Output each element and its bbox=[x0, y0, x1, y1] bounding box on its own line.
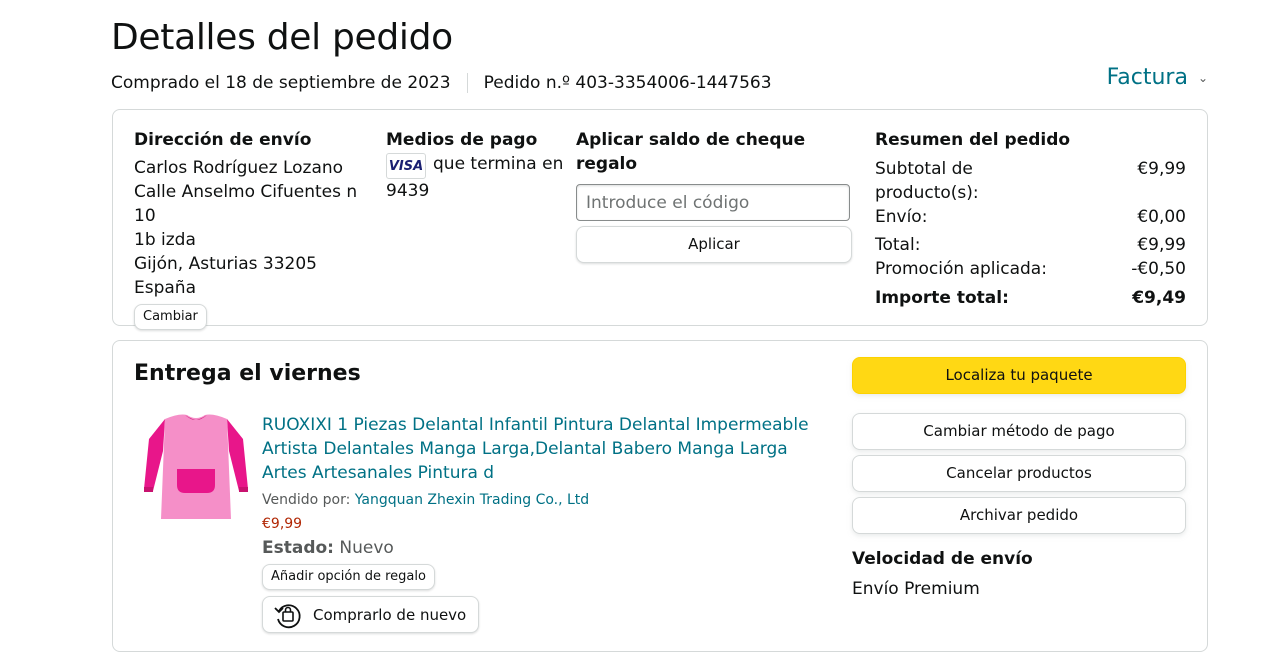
delivery-box: Entrega el viernes RUOXIXI 1 Piezas Dela… bbox=[112, 340, 1208, 652]
divider bbox=[466, 73, 468, 93]
gift-card-section: Aplicar saldo de cheque regalo Aplicar bbox=[576, 128, 854, 263]
summary-value: €9,99 bbox=[1137, 235, 1186, 255]
shipping-country: España bbox=[134, 278, 196, 298]
invoice-label[interactable]: Factura bbox=[1107, 65, 1188, 90]
summary-row-subtotal: Subtotal de producto(s): €9,99 bbox=[875, 157, 1186, 205]
shipping-address-section: Dirección de envío Carlos Rodríguez Loza… bbox=[134, 128, 364, 330]
summary-title: Resumen del pedido bbox=[875, 130, 1071, 150]
grand-total-label: Importe total: bbox=[875, 288, 1009, 308]
product-info: RUOXIXI 1 Piezas Delantal Infantil Pintu… bbox=[262, 413, 822, 634]
invoice-dropdown[interactable]: Factura ⌄ bbox=[1107, 65, 1208, 90]
product-title-link[interactable]: RUOXIXI 1 Piezas Delantal Infantil Pintu… bbox=[262, 413, 822, 485]
cancel-items-button[interactable]: Cancelar productos bbox=[852, 455, 1186, 492]
shipping-city: Gijón, Asturias 33205 bbox=[134, 254, 317, 274]
page-title: Detalles del pedido bbox=[111, 17, 453, 58]
summary-label: Total: bbox=[875, 235, 921, 255]
order-meta: Comprado el 18 de septiembre de 2023 Ped… bbox=[111, 71, 772, 95]
delivery-title: Entrega el viernes bbox=[134, 361, 361, 386]
change-address-button[interactable]: Cambiar bbox=[134, 304, 207, 330]
visa-icon: VISA bbox=[386, 153, 426, 179]
seller-line: Vendido por: Yangquan Zhexin Trading Co.… bbox=[262, 490, 822, 510]
summary-row-shipping: Envío: €0,00 bbox=[875, 205, 1186, 229]
shipping-speed-title: Velocidad de envío bbox=[852, 549, 1033, 569]
shipping-name: Carlos Rodríguez Lozano bbox=[134, 158, 344, 178]
summary-row-promotion: Promoción aplicada: -€0,50 bbox=[875, 257, 1186, 281]
apply-gift-button[interactable]: Aplicar bbox=[576, 226, 852, 263]
order-summary: Resumen del pedido Subtotal de producto(… bbox=[875, 128, 1186, 310]
shipping-title: Dirección de envío bbox=[134, 130, 312, 150]
buy-again-icon bbox=[274, 603, 301, 628]
condition-line: Estado: Nuevo bbox=[262, 536, 822, 560]
payment-title: Medios de pago bbox=[386, 130, 538, 150]
order-actions: Localiza tu paquete Cambiar método de pa… bbox=[852, 357, 1186, 601]
seller-link[interactable]: Yangquan Zhexin Trading Co., Ltd bbox=[355, 492, 589, 508]
chevron-down-icon[interactable]: ⌄ bbox=[1198, 71, 1208, 85]
summary-row-grand-total: Importe total: €9,49 bbox=[875, 286, 1186, 310]
payment-method: VISA que termina en bbox=[386, 152, 566, 179]
purchase-date: Comprado el 18 de septiembre de 2023 bbox=[111, 73, 451, 93]
summary-value: €0,00 bbox=[1137, 207, 1186, 227]
shipping-speed-value: Envío Premium bbox=[852, 579, 980, 599]
order-number: Pedido n.º 403-3354006-1447563 bbox=[483, 73, 772, 93]
gift-code-input[interactable] bbox=[576, 184, 850, 221]
summary-value: -€0,50 bbox=[1131, 259, 1186, 279]
buy-again-label[interactable]: Comprarlo de nuevo bbox=[313, 606, 466, 624]
grand-total-value: €9,49 bbox=[1132, 288, 1186, 308]
shipping-street2: 1b izda bbox=[134, 230, 196, 250]
shipping-street: Calle Anselmo Cifuentes n 10 bbox=[134, 182, 358, 226]
card-ending-text: que termina en bbox=[433, 154, 564, 174]
buy-again-button[interactable]: Comprarlo de nuevo bbox=[262, 596, 480, 633]
payment-section: Medios de pago VISA que termina en 9439 bbox=[386, 128, 566, 203]
change-payment-button[interactable]: Cambiar método de pago bbox=[852, 413, 1186, 450]
condition-value: Nuevo bbox=[339, 538, 394, 558]
summary-row-total: Total: €9,99 bbox=[875, 233, 1186, 257]
summary-label: Subtotal de producto(s): bbox=[875, 159, 979, 203]
product-image[interactable] bbox=[143, 411, 249, 523]
archive-order-button[interactable]: Archivar pedido bbox=[852, 497, 1186, 534]
summary-label: Envío: bbox=[875, 207, 928, 227]
condition-label: Estado: bbox=[262, 538, 334, 558]
product-price: €9,99 bbox=[262, 516, 303, 532]
sold-by-label: Vendido por: bbox=[262, 492, 351, 508]
order-info-box: Dirección de envío Carlos Rodríguez Loza… bbox=[112, 109, 1208, 330]
gift-card-title: Aplicar saldo de cheque regalo bbox=[576, 130, 806, 174]
track-package-button[interactable]: Localiza tu paquete bbox=[852, 357, 1186, 394]
summary-value: €9,99 bbox=[1137, 159, 1186, 179]
add-gift-option-button[interactable]: Añadir opción de regalo bbox=[262, 564, 435, 590]
summary-label: Promoción aplicada: bbox=[875, 259, 1047, 279]
card-last-digits: 9439 bbox=[386, 181, 430, 201]
